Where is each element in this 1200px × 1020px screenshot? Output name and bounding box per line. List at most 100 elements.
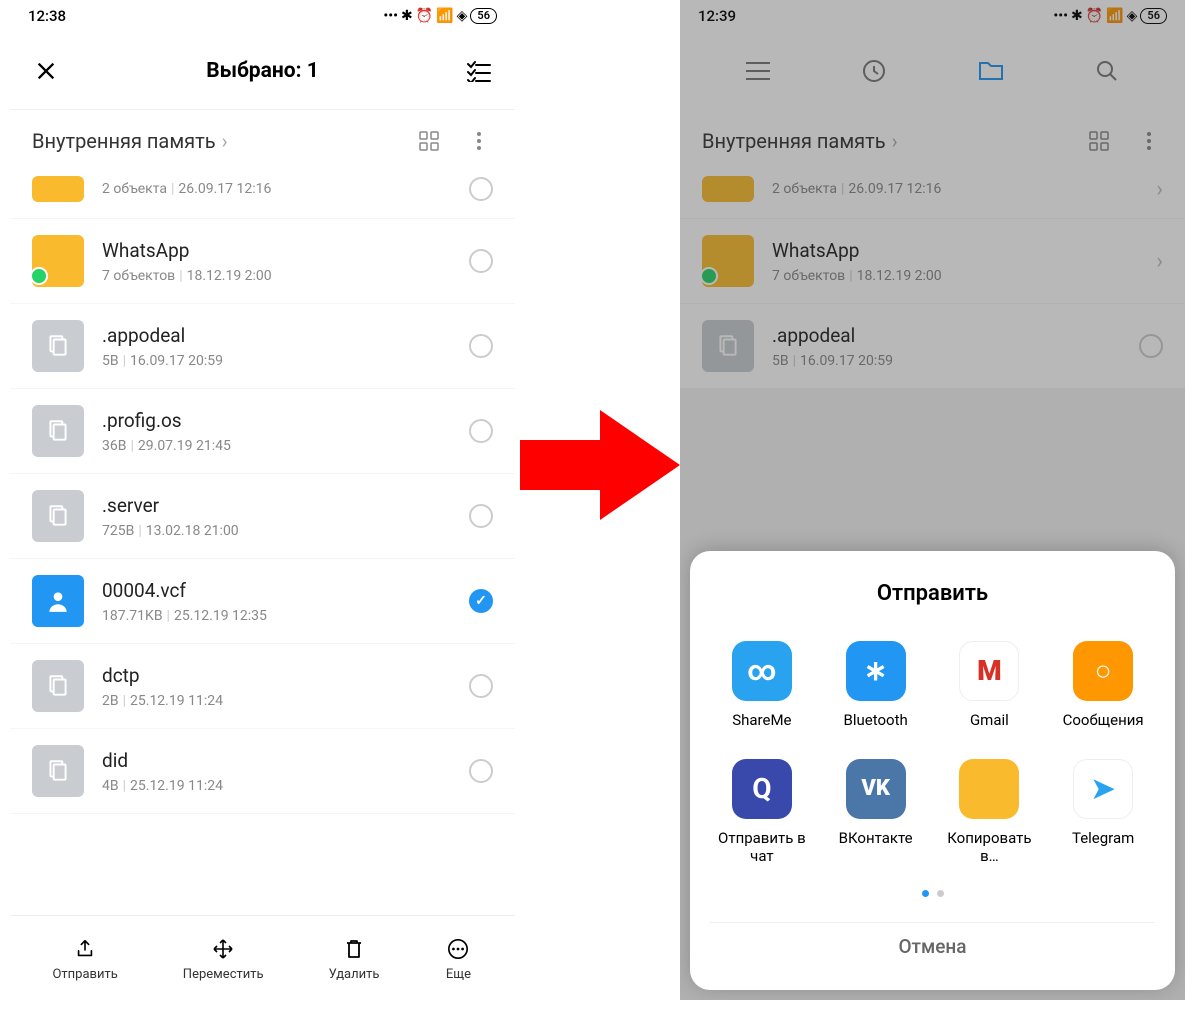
file-row[interactable]: .profig.os36B|29.07.19 21:45: [10, 389, 515, 474]
send-button[interactable]: Отправить: [52, 935, 117, 982]
battery-level: 56: [470, 8, 497, 24]
share-option[interactable]: ○Сообщения: [1051, 641, 1155, 729]
select-radio[interactable]: [469, 177, 493, 201]
file-row[interactable]: .appodeal5B|16.09.17 20:59: [680, 304, 1185, 389]
more-button[interactable]: Еще: [444, 935, 472, 982]
share-icon: [71, 935, 99, 963]
close-icon[interactable]: [32, 57, 60, 85]
phone-right: 12:39 ••• ✱ ⏰ 📶 ◈ 56 Внутренняя память ›: [680, 0, 1185, 1000]
grid-view-icon[interactable]: [1085, 127, 1113, 155]
file-icon: [32, 320, 84, 372]
file-meta: 4B|25.12.19 11:24: [102, 778, 451, 794]
share-option[interactable]: QОтправить в чат: [710, 759, 814, 865]
row-text: did4B|25.12.19 11:24: [102, 749, 451, 794]
file-row[interactable]: .appodeal5B|16.09.17 20:59: [10, 304, 515, 389]
signal-icon: 📶: [1106, 8, 1123, 24]
menu-icon[interactable]: [744, 57, 772, 85]
share-option[interactable]: Копировать в…: [938, 759, 1042, 865]
more-options-icon[interactable]: [1135, 127, 1163, 155]
file-meta: 2B|25.12.19 11:24: [102, 693, 451, 709]
share-grid: ∞ShareMe∗BluetoothMGmail○Сообщения QОтпра…: [710, 641, 1155, 865]
row-text: 2 объекта|26.09.17 12:16: [102, 181, 451, 197]
more-label: Еще: [446, 967, 471, 982]
move-button[interactable]: Переместить: [183, 935, 264, 982]
more-circle-icon: [444, 935, 472, 963]
trash-icon: [340, 935, 368, 963]
sub-header: Внутренняя память ›: [680, 110, 1185, 172]
chevron-right-icon: ›: [892, 129, 898, 153]
file-meta: 2 объекта|26.09.17 12:16: [772, 181, 1138, 197]
more-icon: •••: [383, 8, 398, 24]
file-row[interactable]: 2 объекта|26.09.17 12:16 ›: [680, 172, 1185, 219]
page-dot-2: [937, 890, 944, 897]
share-sheet: Отправить ∞ShareMe∗BluetoothMGmail○Сообщ…: [690, 551, 1175, 990]
grid-view-icon[interactable]: [415, 127, 443, 155]
file-row[interactable]: .server725B|13.02.18 21:00: [10, 474, 515, 559]
wifi-icon: ◈: [1127, 8, 1138, 24]
share-option[interactable]: ∞ShareMe: [710, 641, 814, 729]
share-option[interactable]: VKВКонтакте: [824, 759, 928, 865]
file-name: WhatsApp: [772, 239, 1138, 262]
folder-tab-icon[interactable]: [977, 57, 1005, 85]
delete-button[interactable]: Удалить: [329, 935, 380, 982]
file-row[interactable]: WhatsApp7 объектов|18.12.19 2:00›: [680, 219, 1185, 304]
file-icon: [32, 405, 84, 457]
app-label: Telegram: [1072, 829, 1134, 847]
select-radio[interactable]: [469, 249, 493, 273]
select-radio[interactable]: [469, 759, 493, 783]
select-radio[interactable]: [469, 674, 493, 698]
signal-icon: 📶: [436, 8, 453, 24]
folder-whatsapp-icon: [702, 235, 754, 287]
row-text: .server725B|13.02.18 21:00: [102, 494, 451, 539]
row-text: WhatsApp 7 объектов|18.12.19 2:00: [772, 239, 1138, 284]
phone-left: 12:38 ••• ✱ ⏰ 📶 ◈ 56 Выбрано: 1 Внутренн…: [10, 0, 515, 1000]
move-label: Переместить: [183, 967, 264, 982]
select-radio[interactable]: [469, 419, 493, 443]
file-meta: 7 объектов|18.12.19 2:00: [102, 268, 451, 284]
file-icon: [32, 745, 84, 797]
share-option[interactable]: ➤Telegram: [1051, 759, 1155, 865]
select-radio[interactable]: [469, 334, 493, 358]
select-all-icon[interactable]: [465, 57, 493, 85]
bluetooth-icon: ✱: [1071, 8, 1083, 24]
file-icon: [32, 660, 84, 712]
nav-header: [680, 32, 1185, 110]
breadcrumb-label: Внутренняя память: [32, 129, 216, 153]
status-icons: ••• ✱ ⏰ 📶 ◈ 56: [1053, 8, 1167, 24]
breadcrumb-label: Внутренняя память: [702, 129, 886, 153]
file-meta: 7 объектов|18.12.19 2:00: [772, 268, 1138, 284]
app-icon: ○: [1073, 641, 1133, 701]
app-label: Копировать в…: [938, 829, 1042, 865]
chevron-right-icon: ›: [222, 129, 228, 153]
file-name: .profig.os: [102, 409, 451, 432]
file-row[interactable]: WhatsApp7 объектов|18.12.19 2:00: [10, 219, 515, 304]
search-icon[interactable]: [1093, 57, 1121, 85]
app-icon: M: [959, 641, 1019, 701]
share-option[interactable]: ∗Bluetooth: [824, 641, 928, 729]
file-row[interactable]: did4B|25.12.19 11:24: [10, 729, 515, 814]
chevron-right-icon: ›: [1156, 177, 1163, 202]
select-radio[interactable]: [469, 589, 493, 613]
status-time: 12:38: [28, 7, 66, 25]
breadcrumb[interactable]: Внутренняя память ›: [32, 129, 405, 153]
select-radio[interactable]: [469, 504, 493, 528]
app-icon: ∗: [846, 641, 906, 701]
status-icons: ••• ✱ ⏰ 📶 ◈ 56: [383, 8, 497, 24]
file-row[interactable]: dctp2B|25.12.19 11:24: [10, 644, 515, 729]
more-options-icon[interactable]: [465, 127, 493, 155]
cancel-button[interactable]: Отмена: [710, 922, 1155, 970]
file-row[interactable]: 2 объекта|26.09.17 12:16: [10, 172, 515, 219]
alarm-icon: ⏰: [416, 8, 433, 24]
recent-icon[interactable]: [860, 57, 888, 85]
row-text: .appodeal5B|16.09.17 20:59: [102, 324, 451, 369]
page-dot-1: [922, 890, 929, 897]
share-option[interactable]: MGmail: [938, 641, 1042, 729]
status-bar: 12:38 ••• ✱ ⏰ 📶 ◈ 56: [10, 0, 515, 32]
file-icon: [702, 320, 754, 372]
breadcrumb[interactable]: Внутренняя память ›: [702, 129, 1075, 153]
row-text: 2 объекта|26.09.17 12:16: [772, 181, 1138, 197]
select-radio[interactable]: [1139, 334, 1163, 358]
file-row[interactable]: 00004.vcf187.71KB|25.12.19 12:35: [10, 559, 515, 644]
file-icon: [32, 490, 84, 542]
row-text: .profig.os36B|29.07.19 21:45: [102, 409, 451, 454]
